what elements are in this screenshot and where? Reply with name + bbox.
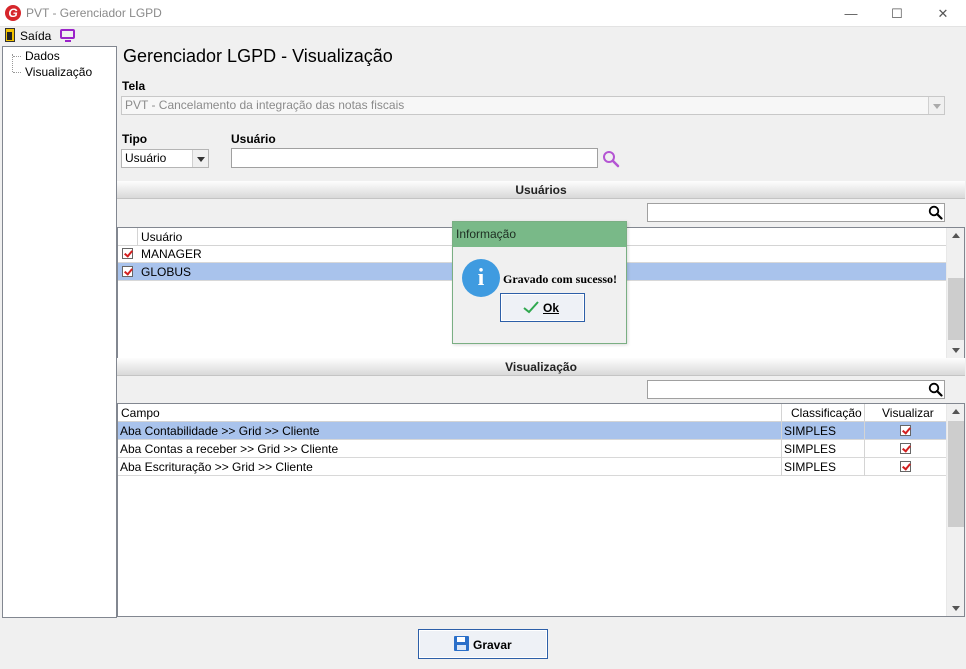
tree-connector xyxy=(13,72,21,73)
scroll-up-icon[interactable] xyxy=(948,228,964,244)
tipo-select[interactable]: Usuário xyxy=(121,149,209,168)
column-divider xyxy=(864,422,865,440)
chevron-down-icon xyxy=(928,97,944,114)
users-filter-input[interactable] xyxy=(647,203,945,222)
tree-item-visualizacao[interactable]: Visualização xyxy=(25,65,92,79)
visualizar-checkbox[interactable] xyxy=(900,443,911,454)
view-section-header: Visualização xyxy=(117,358,965,376)
search-icon[interactable] xyxy=(928,205,943,220)
scroll-down-icon[interactable] xyxy=(948,600,964,616)
page-title: Gerenciador LGPD - Visualização xyxy=(123,46,393,66)
scroll-thumb[interactable] xyxy=(948,278,964,340)
view-scrollbar[interactable] xyxy=(946,404,964,616)
ok-label: Ok xyxy=(543,301,560,315)
column-divider xyxy=(137,228,138,246)
users-column-usuario[interactable]: Usuário xyxy=(141,230,182,244)
checkbox[interactable] xyxy=(122,266,133,277)
checkmark-icon xyxy=(523,301,539,314)
column-classificacao[interactable]: Classificação xyxy=(791,406,862,420)
tela-select: PVT - Cancelamento da integração das not… xyxy=(121,96,945,115)
classificacao-cell: SIMPLES xyxy=(784,442,837,456)
save-label: Gravar xyxy=(473,638,512,652)
search-icon[interactable] xyxy=(928,382,943,397)
column-divider xyxy=(781,458,782,476)
column-divider xyxy=(781,404,782,422)
floppy-disk-icon xyxy=(454,636,469,651)
dialog-title: Informação xyxy=(453,222,626,247)
usuario-label: Usuário xyxy=(231,132,276,146)
scroll-thumb[interactable] xyxy=(948,421,964,527)
classificacao-cell: SIMPLES xyxy=(784,460,837,474)
scroll-down-icon[interactable] xyxy=(948,342,964,358)
search-icon[interactable] xyxy=(602,150,620,168)
exit-door-icon[interactable] xyxy=(5,28,15,42)
users-section-header: Usuários xyxy=(117,181,965,199)
tela-select-value: PVT - Cancelamento da integração das not… xyxy=(125,98,405,112)
minimize-button[interactable]: — xyxy=(828,0,874,27)
navigation-tree xyxy=(2,46,117,618)
table-row[interactable]: Aba Escrituração >> Grid >> Cliente SIMP… xyxy=(118,458,946,476)
toolbar xyxy=(0,27,966,46)
chevron-down-icon[interactable] xyxy=(192,150,208,167)
campo-cell: Aba Contas a receber >> Grid >> Cliente xyxy=(120,442,339,456)
users-scrollbar[interactable] xyxy=(946,228,964,358)
table-row[interactable]: Aba Contas a receber >> Grid >> Cliente … xyxy=(118,440,946,458)
tela-label: Tela xyxy=(122,79,146,93)
save-button[interactable]: Gravar xyxy=(418,629,548,659)
view-grid: Campo Classificação Visualizar Aba Conta… xyxy=(117,403,965,617)
table-row[interactable]: Aba Contabilidade >> Grid >> Cliente SIM… xyxy=(118,422,946,440)
tree-item-dados[interactable]: Dados xyxy=(25,49,60,63)
checkbox[interactable] xyxy=(122,248,133,259)
column-visualizar[interactable]: Visualizar xyxy=(882,406,934,420)
visualizar-checkbox[interactable] xyxy=(900,425,911,436)
ok-button[interactable]: Ok xyxy=(500,293,585,322)
usuario-input[interactable] xyxy=(231,148,598,168)
classificacao-cell: SIMPLES xyxy=(784,424,837,438)
user-name: MANAGER xyxy=(141,247,202,261)
column-divider xyxy=(864,440,865,458)
column-campo[interactable]: Campo xyxy=(121,406,160,420)
view-grid-header: Campo Classificação Visualizar xyxy=(118,404,946,422)
app-logo: G xyxy=(5,5,21,21)
exit-button[interactable]: Saída xyxy=(20,29,51,43)
column-divider xyxy=(781,440,782,458)
column-divider xyxy=(864,458,865,476)
visualizar-checkbox[interactable] xyxy=(900,461,911,472)
info-icon: i xyxy=(462,259,500,297)
user-name: GLOBUS xyxy=(141,265,192,279)
column-divider xyxy=(864,404,865,422)
column-divider xyxy=(781,422,782,440)
tipo-label: Tipo xyxy=(122,132,148,146)
info-dialog: Informação i Gravado com sucesso! Ok xyxy=(452,221,627,344)
scroll-up-icon[interactable] xyxy=(948,404,964,420)
maximize-button[interactable]: ☐ xyxy=(874,0,920,27)
tree-connector xyxy=(13,56,21,57)
window-title: PVT - Gerenciador LGPD xyxy=(26,6,162,20)
campo-cell: Aba Contabilidade >> Grid >> Cliente xyxy=(120,424,320,438)
view-filter-input[interactable] xyxy=(647,380,945,399)
campo-cell: Aba Escrituração >> Grid >> Cliente xyxy=(120,460,313,474)
dialog-message: Gravado com sucesso! xyxy=(503,272,617,286)
tipo-select-value: Usuário xyxy=(125,151,167,165)
close-button[interactable]: ✕ xyxy=(920,0,966,27)
monitor-icon[interactable] xyxy=(60,29,75,42)
